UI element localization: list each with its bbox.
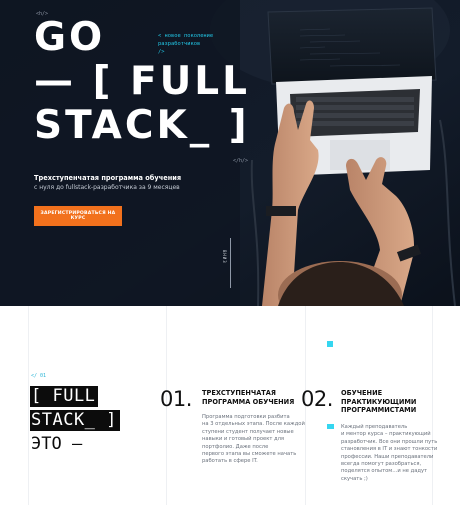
code-note-line: < новое поколение [158,33,214,39]
grid-guide [28,306,29,505]
feature-text-line: скучать ;) [341,475,368,482]
scroll-down-label[interactable]: ВНИЗ [222,250,227,264]
hero-description: с нуля до fullstack-разработчика за 9 ме… [34,184,180,191]
feature-text-line: и ментор курса – практикующий [341,431,431,438]
feature-text-line: поделятся опытом…и не дадут [341,468,428,475]
hero-title-line: STACK_ ] [34,103,250,148]
feature-title-line: ПРАКТИКУЮЩИМИ [341,397,417,406]
feature-text-line: профессии. Наши преподаватели [341,453,434,460]
feature-text-line: всегда помогут разобраться, [341,461,422,468]
scroll-down-line [230,238,231,288]
feature-title-line: ПРОГРАММИСТАМИ [341,406,417,414]
register-course-button[interactable]: ЗАРЕГИСТРИРОВАТЬСЯ НА КУРС [34,206,122,226]
hero-subtitle: Трехступенчатая программа обучения [34,174,182,182]
hero-title: GO — [ FULL STACK_ ] [34,16,250,148]
cyan-marker-icon [327,424,334,429]
feature-number: 01. [160,387,192,411]
feature-text: Программа подготовки разбита на 3 отдель… [202,414,305,466]
feature-text-line: портфолио. Даже после [202,443,269,450]
feature-number: 02. [301,387,333,411]
new-generation-note: < новое поколение разработчиков /> [158,32,213,56]
hero-title-line: GO [34,15,106,60]
feature-text-line: на 3 отдельных этапа. После каждой [202,421,305,428]
code-note-line: /> [158,49,165,55]
feature-title-line: ТРЕХСТУПЕНЧАТАЯ [202,389,276,397]
feature-title: ТРЕХСТУПЕНЧАТАЯ ПРОГРАММА ОБУЧЕНИЯ [202,389,294,406]
hero-title-line: — [ FULL [34,59,250,104]
html-tag-close: </h/> [233,158,249,164]
feature-title-line: ПРОГРАММА ОБУЧЕНИЯ [202,397,295,406]
feature-text: Каждый преподаватель и ментор курса – пр… [341,424,437,483]
feature-text-line: становления в IT и знают тонкости [341,446,438,453]
feature-text-line: работать в сфере IT. [202,458,258,465]
feature-text-line: первого этапа вы сможете начать [202,451,297,458]
code-note-line: разработчиков [158,41,201,47]
feature-text-line: разработчик. Все они прошли путь [341,438,438,445]
cyan-marker-icon [327,341,333,347]
feature-text-line: навыки и готовый проект для [202,436,285,443]
brand-line: [ FULL [30,386,99,407]
feature-title-line: ОБУЧЕНИЕ [341,389,383,397]
hero-section: <h/> GO — [ FULL STACK_ ] </h/> < новое … [0,0,460,306]
section-number-tag: </ 01 [31,373,47,379]
fullstack-heading: [ FULL STACK_ ] ЭТО — [30,386,120,455]
feature-title: ОБУЧЕНИЕ ПРАКТИКУЮЩИМИ ПРОГРАММИСТАМИ [341,389,416,415]
brand-tail: ЭТО — [31,434,83,454]
brand-line: STACK_ ] [30,410,120,431]
